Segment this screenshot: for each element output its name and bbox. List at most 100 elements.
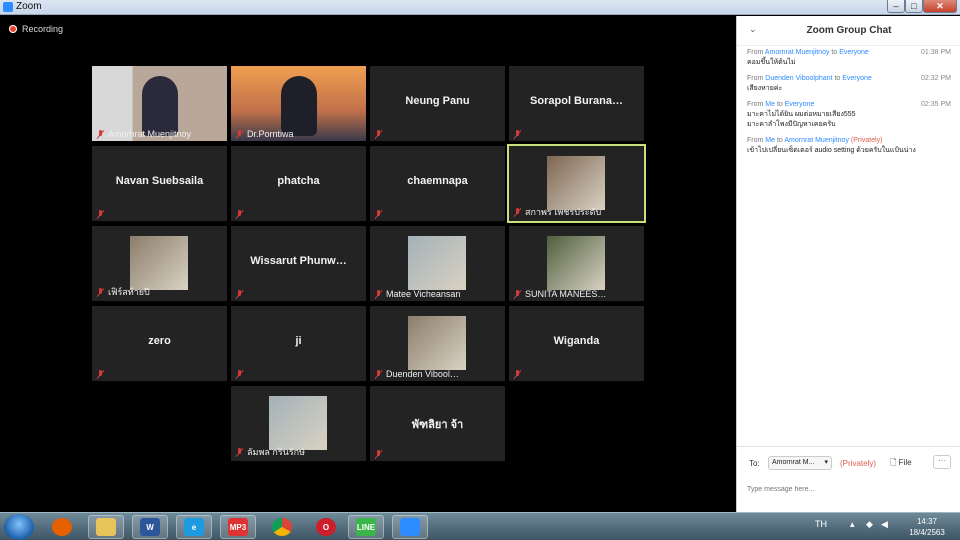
- opera-icon: O: [316, 518, 336, 536]
- chat-title: Zoom Group Chat: [806, 25, 892, 36]
- message-sender: Duenden Viboolphant: [765, 75, 833, 82]
- muted-mic-icon: [235, 210, 244, 219]
- message-from-word: From: [747, 137, 766, 144]
- muted-mic-icon: [96, 129, 105, 139]
- participant-tile[interactable]: Dr.Porntiwa: [231, 66, 366, 141]
- message-sender: Me: [765, 137, 776, 144]
- line-taskbar-button[interactable]: LINE: [348, 515, 384, 539]
- participant-tile[interactable]: Matee Vicheansan: [370, 226, 505, 301]
- participant-name-display: Wissarut Phunw…: [250, 255, 347, 267]
- participant-photo: [547, 236, 605, 290]
- message-body: เสียงหายค่ะ: [747, 85, 783, 92]
- muted-mic-icon: [513, 370, 522, 379]
- participant-tile[interactable]: phatcha: [231, 146, 366, 221]
- participant-name-display: Navan Suebsaila: [115, 175, 204, 187]
- muted-mic-icon: [235, 370, 244, 379]
- ie-taskbar-button[interactable]: e: [176, 515, 212, 539]
- participant-tile[interactable]: Navan Suebsaila: [92, 146, 227, 221]
- participant-label: [235, 210, 244, 219]
- participant-tile[interactable]: SUNITA MANEES…: [509, 226, 644, 301]
- more-options-button[interactable]: ···: [933, 455, 951, 469]
- minimize-button[interactable]: –: [887, 0, 905, 13]
- participant-label: Dr.Porntiwa: [235, 129, 294, 139]
- dropbox-icon[interactable]: ◆: [866, 519, 873, 530]
- muted-mic-icon: [374, 130, 383, 139]
- folder-icon: [96, 518, 116, 536]
- message-to-word: to: [775, 137, 785, 144]
- participant-label: [374, 450, 383, 459]
- participant-photo: [130, 236, 188, 290]
- message-from-word: From: [747, 101, 766, 108]
- chevron-down-icon: ▾: [824, 459, 828, 466]
- message-to-word: to: [775, 101, 785, 108]
- zoom-icon: [400, 518, 420, 536]
- word-taskbar-button[interactable]: W: [132, 515, 168, 539]
- record-icon: [9, 25, 17, 33]
- folder-taskbar-button[interactable]: [88, 515, 124, 539]
- file-label: File: [898, 458, 912, 467]
- participant-label: Matee Vicheansan: [374, 289, 460, 299]
- zoom-window: Zoom – □ ✕ Recording Amornrat Muenjitnoy…: [0, 0, 960, 540]
- participant-photo: [547, 156, 605, 210]
- message-body: มาะคาไม่ได้ยิน ผมต่อหมายเสียง555: [747, 111, 856, 118]
- chat-message: From Me to Amornrat Muenjitnoy (Privatel…: [747, 136, 957, 156]
- muted-mic-icon: [96, 287, 105, 297]
- participant-tile[interactable]: ji: [231, 306, 366, 381]
- ie-icon: e: [184, 518, 204, 536]
- participant-name-display: ji: [295, 335, 302, 347]
- tray-arrow-icon[interactable]: ▴: [850, 519, 855, 530]
- gallery-view: Recording Amornrat Muenjitnoy Dr.Porntiwa…: [0, 16, 736, 512]
- participant-tile[interactable]: Wiganda: [509, 306, 644, 381]
- participant-label: [96, 210, 105, 219]
- participant-tile[interactable]: Amornrat Muenjitnoy: [92, 66, 227, 141]
- opera-taskbar-button[interactable]: O: [308, 515, 344, 539]
- participant-label: [235, 370, 244, 379]
- file-button[interactable]: 🗋 File: [890, 457, 912, 471]
- chat-message: From Amornrat Muenjitnoy to Everyone 01:3…: [747, 48, 957, 68]
- message-header: From Me to Amornrat Muenjitnoy (Privatel…: [747, 136, 957, 146]
- participant-label: SUNITA MANEES…: [513, 289, 606, 299]
- mp3-taskbar-button[interactable]: MP3: [220, 515, 256, 539]
- participant-tile[interactable]: ลัมพล กรินรักษ์: [231, 386, 366, 461]
- participant-tile[interactable]: Wissarut Phunw…: [231, 226, 366, 301]
- message-private-tag: (Privately): [848, 137, 883, 144]
- participant-name-display: phatcha: [277, 175, 320, 187]
- participant-label: Amornrat Muenjitnoy: [96, 129, 191, 139]
- recipient-select[interactable]: Amornrat M... ▾: [768, 456, 832, 470]
- maximize-button[interactable]: □: [905, 0, 923, 13]
- participant-tile[interactable]: Duenden Vibool…: [370, 306, 505, 381]
- volume-icon[interactable]: ◀: [881, 519, 888, 530]
- chrome-taskbar-button[interactable]: [264, 515, 300, 539]
- zoom-taskbar-button[interactable]: [392, 515, 428, 539]
- muted-mic-icon: [513, 207, 522, 217]
- participant-silhouette: [281, 76, 317, 136]
- message-to-word: to: [829, 49, 840, 56]
- clock-date: 18/4/2563: [909, 528, 945, 537]
- participant-name: SUNITA MANEES…: [525, 289, 607, 299]
- muted-mic-icon: [96, 210, 105, 219]
- participant-tile[interactable]: Sorapol Burana…: [509, 66, 644, 141]
- participant-tile[interactable]: พัฑลิยา จ้า: [370, 386, 505, 461]
- muted-mic-icon: [235, 129, 244, 139]
- system-clock[interactable]: 14:37 18/4/2563: [900, 516, 954, 538]
- muted-mic-icon: [374, 369, 383, 379]
- participant-photo: [408, 316, 466, 370]
- recording-indicator[interactable]: Recording: [9, 24, 63, 34]
- participant-silhouette: [142, 76, 178, 136]
- chat-message-input[interactable]: [747, 479, 951, 499]
- message-from-word: From: [747, 49, 765, 56]
- muted-mic-icon: [374, 450, 383, 459]
- participant-label: [374, 210, 383, 219]
- start-button[interactable]: [4, 514, 34, 540]
- firefox-taskbar-button[interactable]: [44, 515, 80, 539]
- participant-tile[interactable]: chaemnapa: [370, 146, 505, 221]
- word-icon: W: [140, 518, 160, 536]
- participant-tile[interactable]: สกาพร เพชรประดับ: [507, 144, 646, 223]
- zoom-app-icon: [3, 2, 13, 12]
- language-indicator[interactable]: TH: [815, 519, 827, 529]
- participant-tile[interactable]: Neung Panu: [370, 66, 505, 141]
- close-button[interactable]: ✕: [923, 0, 957, 13]
- participant-label: สกาพร เพชรประดับ: [513, 205, 601, 219]
- participant-tile[interactable]: zero: [92, 306, 227, 381]
- participant-tile[interactable]: เฟิร์สท้ายปี: [92, 226, 227, 301]
